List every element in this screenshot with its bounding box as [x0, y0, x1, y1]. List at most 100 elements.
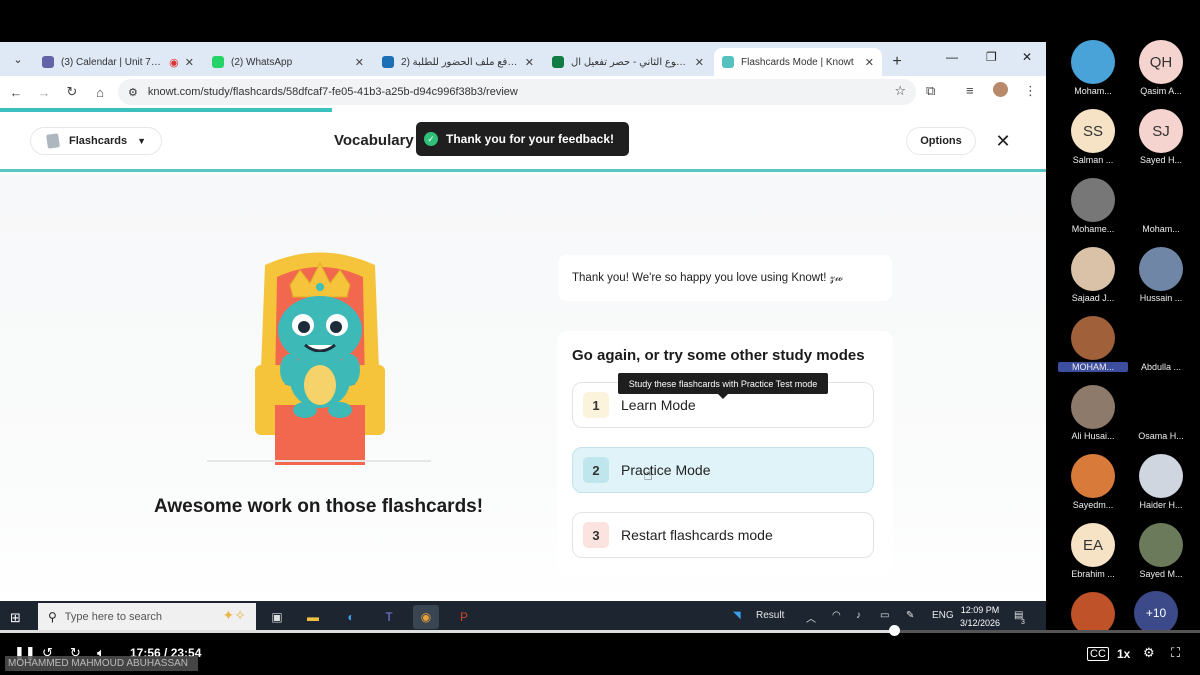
- avatar: [1139, 178, 1183, 222]
- close-icon[interactable]: ✕: [355, 56, 364, 69]
- tray-chevron-icon[interactable]: ︿: [806, 610, 816, 625]
- avatar: SS: [1071, 109, 1115, 153]
- mode-label: Restart flashcards mode: [621, 527, 773, 543]
- participant-tile[interactable]: Sayed M...: [1126, 523, 1196, 585]
- participant-tile[interactable]: Osama H...: [1126, 385, 1196, 447]
- participant-tile[interactable]: Moham...: [1126, 178, 1196, 240]
- more-participants-button[interactable]: +10: [1134, 591, 1178, 635]
- url-text: knowt.com/study/flashcards/58dfcaf7-fe05…: [147, 86, 518, 98]
- minimize-icon[interactable]: —: [946, 50, 958, 64]
- restart-flashcards-button[interactable]: 3 Restart flashcards mode: [572, 512, 874, 558]
- profile-avatar[interactable]: [993, 82, 1008, 97]
- fullscreen-icon[interactable]: ⛶: [1171, 645, 1180, 661]
- thanks-text: Thank you! We're so happy you love using…: [572, 271, 843, 284]
- playback-speed[interactable]: 1x: [1117, 647, 1130, 661]
- close-icon[interactable]: ✕: [525, 56, 534, 69]
- volume-icon[interactable]: ♪: [856, 610, 861, 621]
- close-icon[interactable]: ✕: [990, 128, 1016, 154]
- menu-kebab-icon[interactable]: ⋮: [1024, 83, 1037, 99]
- task-view-icon[interactable]: ▣: [264, 605, 290, 629]
- participant-tile[interactable]: QH Qasim A...: [1126, 40, 1196, 102]
- captions-icon[interactable]: CC: [1087, 647, 1109, 661]
- language-indicator[interactable]: ENG: [932, 610, 954, 621]
- participant-tile[interactable]: Haider H...: [1126, 454, 1196, 516]
- back-icon[interactable]: ←: [2, 85, 30, 100]
- tab-calendar[interactable]: (3) Calendar | Unit 7 L2 ◉ ✕: [34, 48, 202, 76]
- site-info-icon[interactable]: ⚙: [128, 86, 138, 99]
- bookmark-star-icon[interactable]: ☆: [894, 83, 906, 99]
- participant-tile[interactable]: SJ Sayed H...: [1126, 109, 1196, 171]
- participant-name: MOHAM...: [1058, 362, 1128, 372]
- participant-tile[interactable]: MOHAM...: [1058, 316, 1128, 378]
- mode-number: 2: [583, 457, 609, 483]
- taskbar-search-input[interactable]: ⚲ Type here to search ✦✧: [38, 603, 256, 631]
- participant-name: Hussain ...: [1139, 293, 1183, 303]
- participant-tile[interactable]: Abdulla ...: [1126, 316, 1196, 378]
- presenter-name-label: MOHAMMED MAHMOUD ABUHASSAN: [5, 656, 198, 671]
- participant-tile[interactable]: Sajaad J...: [1058, 247, 1128, 309]
- participant-name: Sayed H...: [1139, 155, 1183, 165]
- tab-excel[interactable]: الاسبوع الثاني - حصر تفعيل ال ✕: [544, 48, 712, 76]
- participant-tile[interactable]: Ali Husai...: [1058, 385, 1128, 447]
- pen-icon[interactable]: ✎: [906, 610, 914, 621]
- participant-tile[interactable]: Sayedm...: [1058, 454, 1128, 516]
- battery-icon[interactable]: ▭: [880, 610, 889, 621]
- shared-screen: ⌄ (3) Calendar | Unit 7 L2 ◉ ✕ (2) Whats…: [0, 42, 1046, 633]
- new-tab-icon[interactable]: +: [884, 48, 910, 76]
- window-close-icon[interactable]: ✕: [1022, 50, 1032, 64]
- powerpoint-icon[interactable]: P: [451, 605, 477, 629]
- check-circle-icon: ✓: [424, 132, 438, 146]
- avatar: [1071, 178, 1115, 222]
- participant-tile[interactable]: EA Ebrahim ...: [1058, 523, 1128, 585]
- restore-icon[interactable]: ❐: [986, 50, 997, 64]
- participant-name: Sayedm...: [1072, 500, 1114, 510]
- home-icon[interactable]: ⌂: [86, 85, 114, 100]
- flashcards-mode-dropdown[interactable]: Flashcards ▼: [30, 127, 162, 155]
- url-input[interactable]: ⚙ knowt.com/study/flashcards/58dfcaf7-fe…: [118, 79, 916, 105]
- close-icon[interactable]: ✕: [695, 56, 704, 69]
- tab-knowt[interactable]: Flashcards Mode | Knowt ✕: [714, 48, 882, 76]
- teams-icon[interactable]: T: [376, 605, 402, 629]
- clock-time: 12:09 PM: [960, 605, 1000, 615]
- avatar: EA: [1071, 523, 1115, 567]
- avatar: [1071, 385, 1115, 429]
- participant-name: Salman ...: [1072, 155, 1114, 165]
- participant-tile[interactable]: SS Salman ...: [1058, 109, 1128, 171]
- extensions-icon[interactable]: ⧉: [926, 83, 935, 99]
- chrome-icon[interactable]: ◉: [413, 605, 439, 629]
- mascot-illustration: [255, 252, 385, 465]
- forward-icon[interactable]: →: [30, 85, 58, 100]
- flashcards-label: Flashcards: [69, 135, 128, 147]
- participant-name: Ebrahim ...: [1071, 569, 1115, 579]
- participant-tile[interactable]: Moham...: [1058, 40, 1128, 102]
- options-button[interactable]: Options: [906, 127, 976, 155]
- avatar: [1139, 316, 1183, 360]
- flashcard-icon: [46, 133, 60, 149]
- scrubber-handle[interactable]: [889, 625, 900, 636]
- participant-tile[interactable]: Mohame...: [1058, 178, 1128, 240]
- result-app-icon[interactable]: ◥: [733, 610, 741, 621]
- close-icon[interactable]: ✕: [185, 56, 194, 69]
- settings-gear-icon[interactable]: ⚙: [1143, 645, 1155, 661]
- feedback-toast: ✓ Thank you for your feedback!: [416, 122, 629, 156]
- windows-start-icon[interactable]: ⊞: [10, 610, 21, 626]
- tab-search-dropdown-icon[interactable]: ⌄: [6, 47, 30, 71]
- taskbar-clock[interactable]: 12:09 PM 3/12/2026: [955, 604, 1005, 630]
- mode-label: Learn Mode: [621, 397, 696, 413]
- wifi-icon[interactable]: ◠: [832, 610, 841, 621]
- file-explorer-icon[interactable]: ▬: [300, 605, 326, 629]
- practice-mode-button[interactable]: 2 Practice Mode: [572, 447, 874, 493]
- result-label[interactable]: Result: [756, 610, 784, 621]
- video-scrubber[interactable]: [0, 630, 1200, 633]
- tab-whatsapp[interactable]: (2) WhatsApp ✕: [204, 48, 372, 76]
- close-icon[interactable]: ✕: [865, 56, 874, 69]
- reload-icon[interactable]: ↻: [58, 84, 86, 100]
- participant-tile[interactable]: Hussain ...: [1126, 247, 1196, 309]
- media-icon[interactable]: ≡: [966, 83, 974, 98]
- search-icon: ⚲: [48, 610, 57, 624]
- participant-name: Moham...: [1074, 86, 1112, 96]
- toast-text: Thank you for your feedback!: [446, 132, 615, 146]
- avatar: [1071, 40, 1115, 84]
- edge-icon[interactable]: ◐: [338, 605, 364, 629]
- tab-attendance[interactable]: رفع ملف الحضور للطلبة (2 of ✕: [374, 48, 542, 76]
